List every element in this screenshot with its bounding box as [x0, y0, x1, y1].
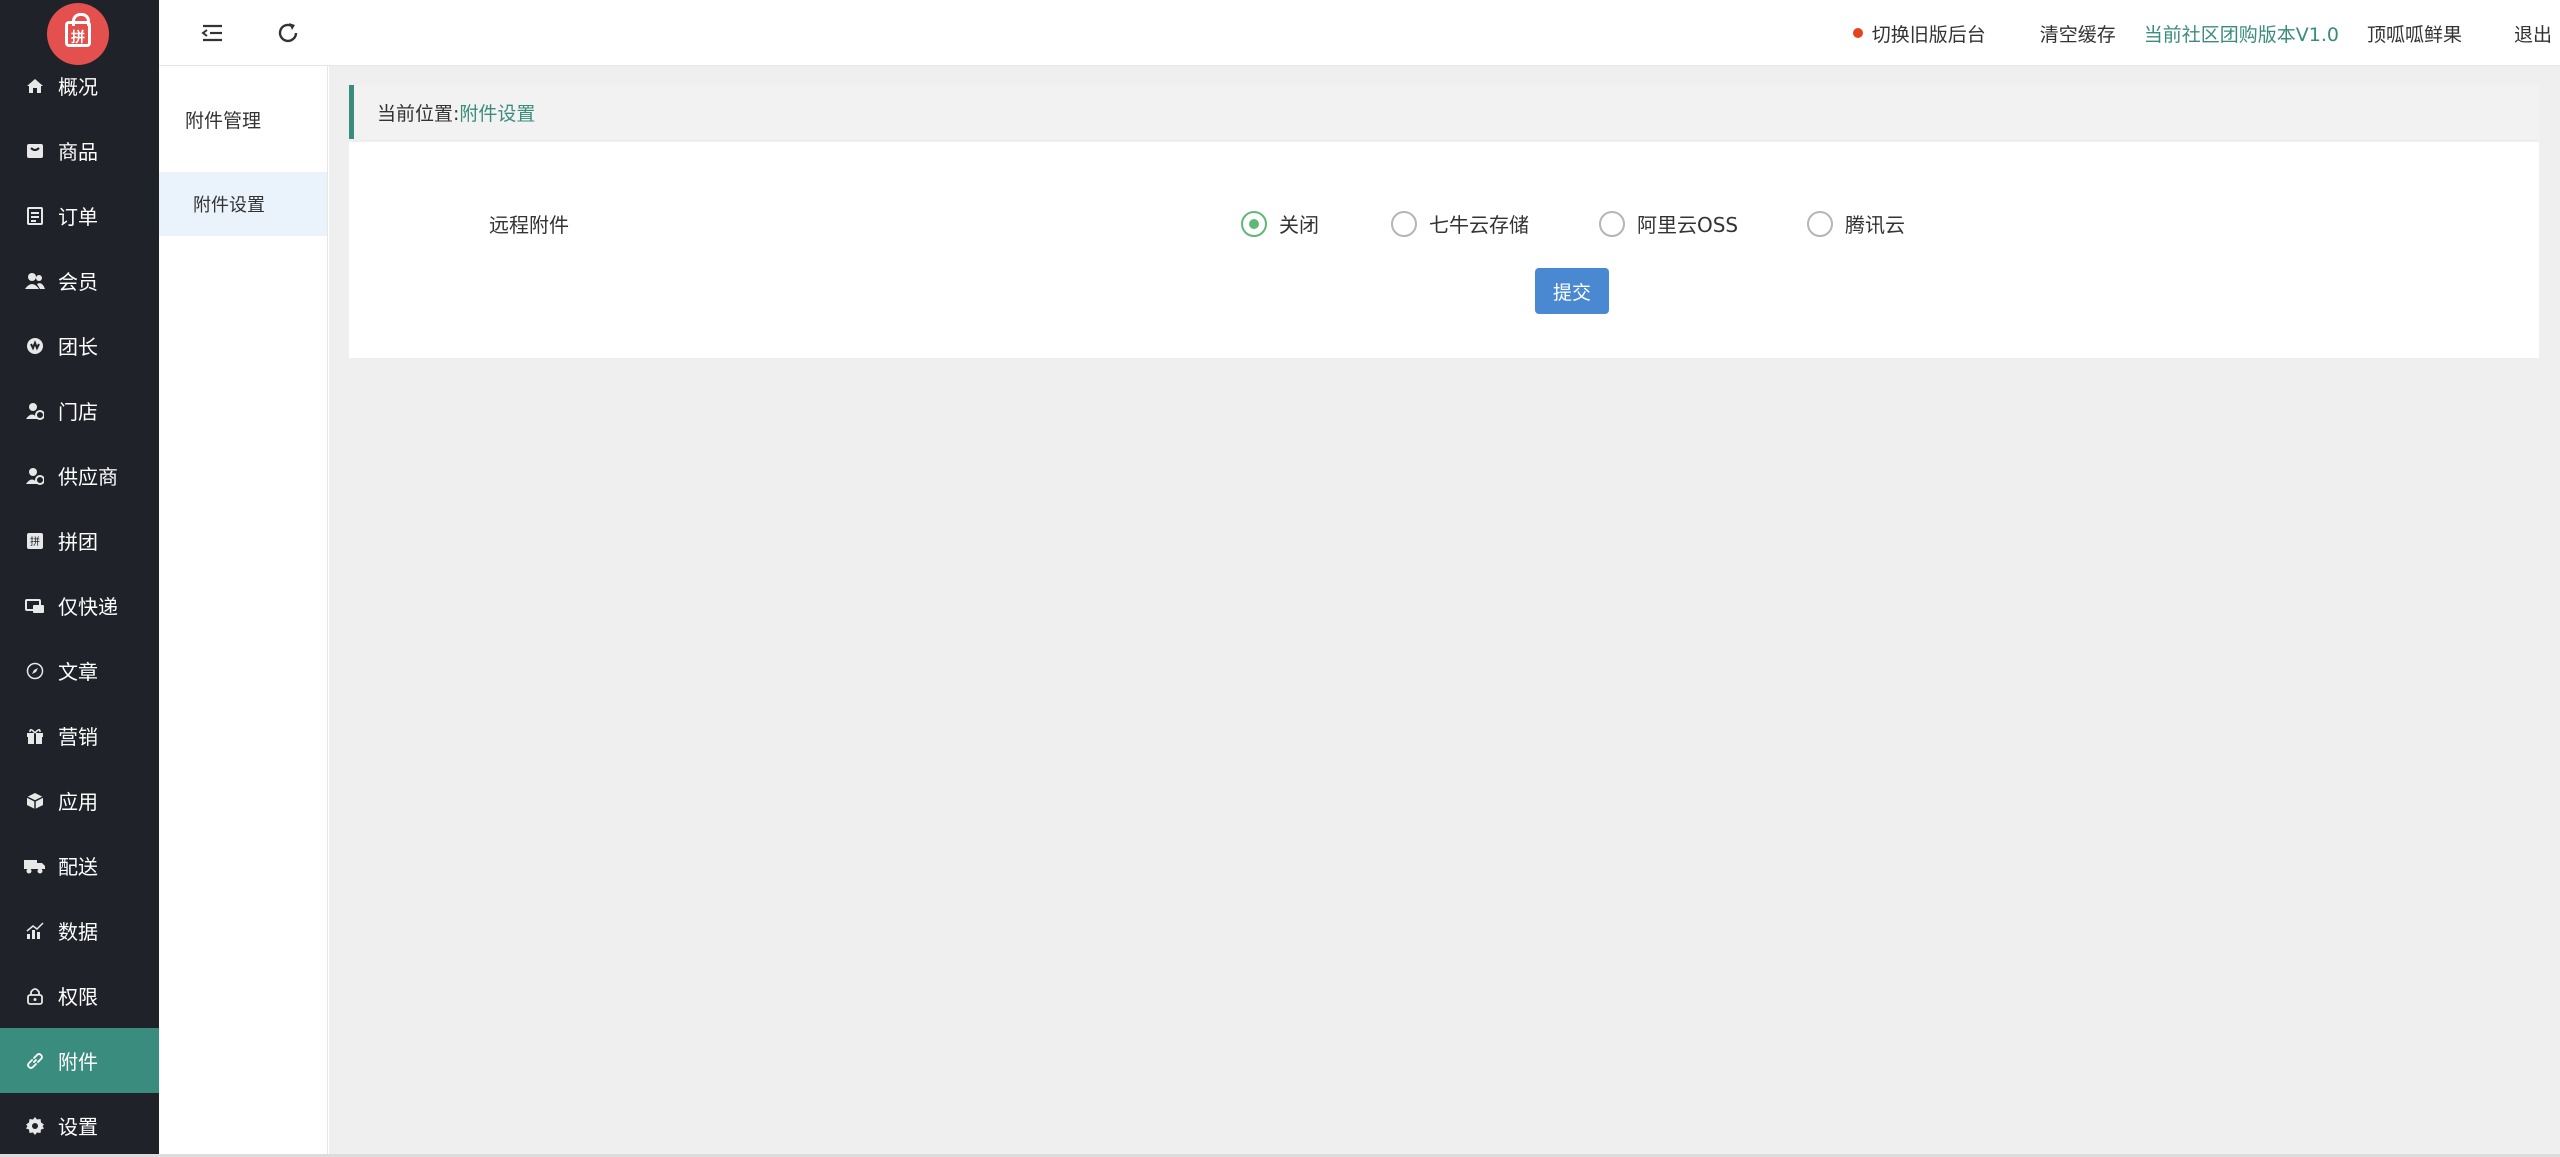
collapse-menu-icon[interactable]: [200, 20, 226, 46]
sidebar-item-label: 权限: [58, 985, 98, 1009]
store-icon: [24, 400, 46, 422]
radio-option-off[interactable]: 关闭: [1241, 209, 1319, 238]
clear-cache-link[interactable]: 清空缓存: [2040, 20, 2116, 47]
link-icon: [24, 1050, 46, 1072]
logo[interactable]: 拼: [0, 0, 159, 70]
radio-label: 关闭: [1279, 213, 1319, 237]
gift-icon: [24, 725, 46, 747]
logo-char: 拼: [71, 30, 85, 46]
switch-old-backend-link[interactable]: 切换旧版后台: [1852, 20, 1986, 47]
refresh-icon[interactable]: [275, 20, 301, 46]
express-icon: [24, 595, 46, 617]
sidebar-item-label: 订单: [58, 205, 98, 229]
subnav: 附件管理 附件设置: [159, 66, 328, 1154]
sidebar-item-permissions[interactable]: 权限: [0, 963, 159, 1028]
breadcrumb: 当前位置: 附件设置: [349, 85, 2539, 139]
sidebar-item-label: 团长: [58, 335, 98, 359]
sidebar-item-orders[interactable]: 订单: [0, 183, 159, 248]
sidebar-item-label: 应用: [58, 790, 98, 814]
compass-icon: [24, 660, 46, 682]
goods-icon: [24, 140, 46, 162]
order-icon: [24, 205, 46, 227]
sidebar-item-label: 配送: [58, 855, 98, 879]
leader-icon: [24, 335, 46, 357]
sidebar-item-label: 文章: [58, 660, 98, 684]
chart-icon: [24, 920, 46, 942]
members-icon: [24, 270, 46, 292]
sidebar-item-label: 供应商: [58, 465, 118, 489]
main-content: 当前位置: 附件设置 远程附件 关闭 七牛云存储 阿里云OSS 腾讯云 提交: [329, 66, 2560, 1154]
sidebar-item-leader[interactable]: 团长: [0, 313, 159, 378]
supplier-icon: [24, 465, 46, 487]
sidebar-item-article[interactable]: 文章: [0, 638, 159, 703]
sidebar-item-delivery[interactable]: 配送: [0, 833, 159, 898]
radio-unchecked-icon: [1599, 210, 1625, 237]
svg-text:拼: 拼: [30, 535, 40, 548]
radio-checked-icon: [1241, 210, 1267, 237]
truck-icon: [24, 855, 46, 877]
group-buy-icon: 拼: [24, 530, 46, 552]
radio-option-aliyun-oss[interactable]: 阿里云OSS: [1599, 209, 1738, 238]
sidebar-item-supplier[interactable]: 供应商: [0, 443, 159, 508]
sidebar-item-goods[interactable]: 商品: [0, 118, 159, 183]
cube-icon: [24, 790, 46, 812]
logout-link[interactable]: 退出: [2514, 20, 2552, 47]
header-actions: 切换旧版后台 清空缓存 当前社区团购版本V1.0 顶呱呱鲜果 退出: [1852, 0, 2560, 66]
settings-panel: [349, 142, 2539, 358]
lock-icon: [24, 985, 46, 1007]
radio-label: 阿里云OSS: [1637, 213, 1739, 237]
sidebar-item-store[interactable]: 门店: [0, 378, 159, 443]
sidebar-item-label: 门店: [58, 400, 98, 424]
radio-unchecked-icon: [1391, 210, 1417, 237]
gear-icon: [24, 1115, 46, 1137]
radio-unchecked-icon: [1807, 210, 1833, 237]
sidebar-item-label: 设置: [58, 1115, 98, 1139]
version-label: 当前社区团购版本V1.0: [2143, 23, 2339, 46]
radio-option-qiniu[interactable]: 七牛云存储: [1391, 209, 1529, 238]
switch-old-backend-label: 切换旧版后台: [1871, 23, 1986, 46]
sidebar-item-express[interactable]: 仅快递: [0, 573, 159, 638]
sidebar-item-members[interactable]: 会员: [0, 248, 159, 313]
radio-option-tencent-cloud[interactable]: 腾讯云: [1807, 209, 1905, 238]
subnav-title: 附件管理: [185, 110, 262, 132]
sidebar: 概况 商品 订单 会员 团长 门店 供应商 拼 拼团 仅快递 文章 营销 应用 …: [0, 0, 159, 1154]
sidebar-item-label: 会员: [58, 270, 98, 294]
remote-attachment-radio-group: 关闭 七牛云存储 阿里云OSS 腾讯云: [329, 209, 2560, 239]
sidebar-item-settings[interactable]: 设置: [0, 1093, 159, 1154]
shop-name-link[interactable]: 顶呱呱鲜果: [2367, 20, 2462, 47]
sidebar-menu: 概况 商品 订单 会员 团长 门店 供应商 拼 拼团 仅快递 文章 营销 应用 …: [0, 53, 159, 1154]
sidebar-item-label: 附件: [58, 1050, 98, 1074]
sidebar-item-label: 数据: [58, 920, 98, 944]
sidebar-item-apps[interactable]: 应用: [0, 768, 159, 833]
sidebar-item-label: 商品: [58, 140, 98, 164]
sidebar-item-label: 营销: [58, 725, 98, 749]
logo-circle: 拼: [47, 3, 109, 65]
sidebar-item-label: 仅快递: [58, 595, 118, 619]
sidebar-item-attachments[interactable]: 附件: [0, 1028, 159, 1093]
radio-label: 七牛云存储: [1429, 213, 1529, 237]
breadcrumb-current[interactable]: 附件设置: [459, 99, 535, 126]
radio-label: 腾讯云: [1845, 213, 1905, 237]
breadcrumb-prefix: 当前位置:: [377, 102, 460, 125]
shopping-bag-icon: 拼: [65, 13, 91, 47]
submit-button[interactable]: 提交: [1535, 268, 1609, 314]
sidebar-item-label: 拼团: [58, 530, 98, 554]
home-icon: [24, 75, 46, 97]
sidebar-item-marketing[interactable]: 营销: [0, 703, 159, 768]
top-header: 切换旧版后台 清空缓存 当前社区团购版本V1.0 顶呱呱鲜果 退出: [159, 0, 2560, 66]
subnav-item-attachment-settings[interactable]: 附件设置: [159, 172, 327, 236]
sidebar-item-group-buy[interactable]: 拼 拼团: [0, 508, 159, 573]
status-dot: [1852, 28, 1863, 38]
sidebar-item-label: 概况: [58, 75, 98, 99]
sidebar-item-data[interactable]: 数据: [0, 898, 159, 963]
